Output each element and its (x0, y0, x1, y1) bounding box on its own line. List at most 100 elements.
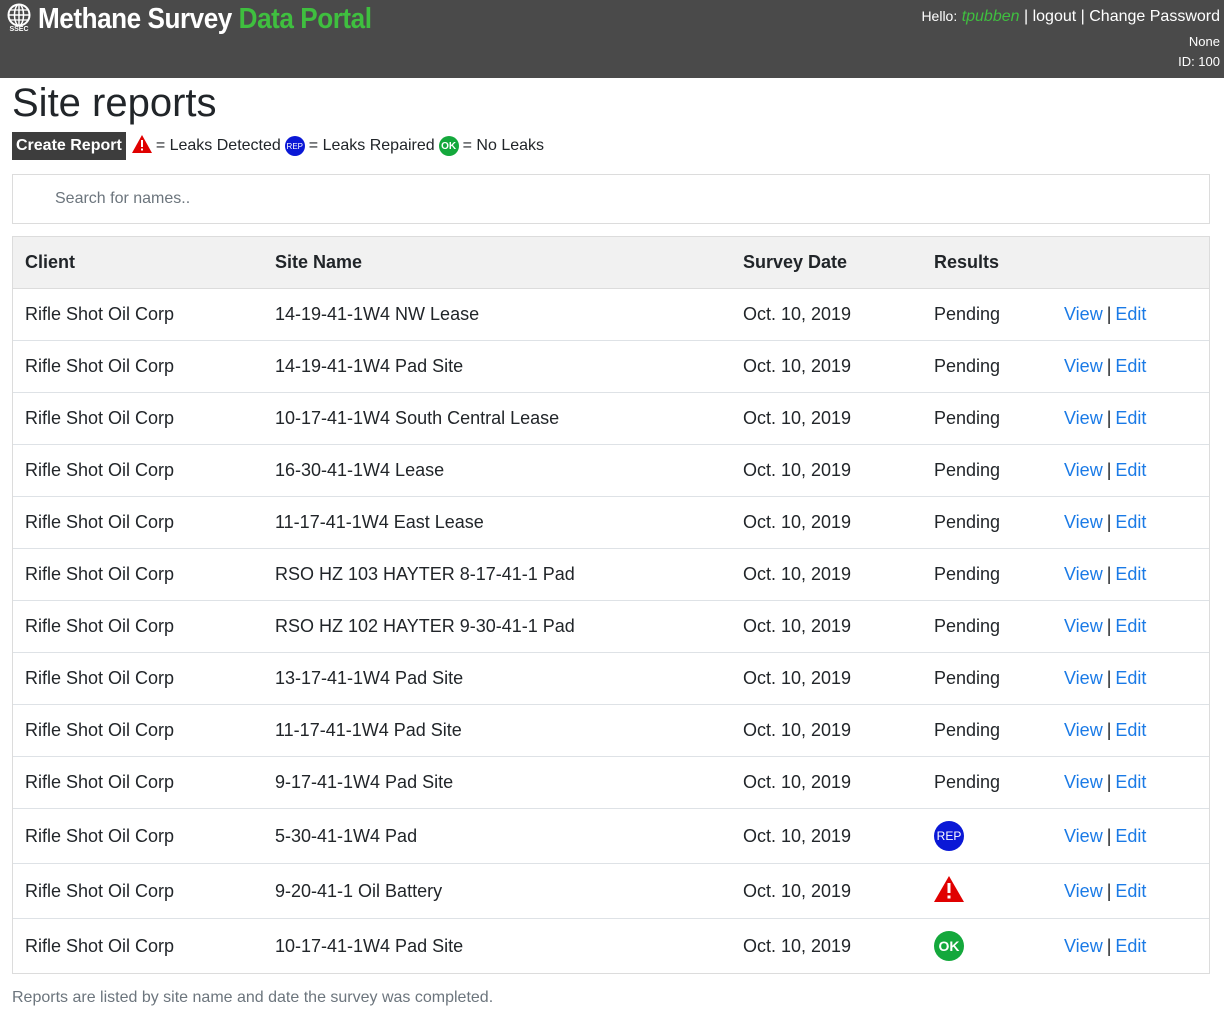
cell-site-name: 11-17-41-1W4 Pad Site (263, 704, 731, 757)
cell-results: Pending (922, 340, 1052, 393)
cell-site-name: RSO HZ 103 HAYTER 8-17-41-1 Pad (263, 548, 731, 601)
cell-site-name: 16-30-41-1W4 Lease (263, 444, 731, 497)
cell-client: Rifle Shot Oil Corp (13, 496, 263, 549)
edit-link[interactable]: Edit (1115, 408, 1146, 428)
logo-label: SSEC (9, 26, 29, 33)
separator: | (1106, 935, 1112, 956)
search-box (12, 174, 1210, 224)
header-site-name[interactable]: Site Name (263, 237, 731, 289)
cell-actions: View | Edit (1052, 704, 1209, 757)
logout-link[interactable]: logout (1033, 8, 1077, 25)
site-title-part2: Data Portal (238, 3, 372, 35)
separator: | (1106, 356, 1112, 376)
brand[interactable]: SSEC Methane Survey Data Portal (6, 2, 409, 36)
edit-link[interactable]: Edit (1115, 564, 1146, 584)
table-row: Rifle Shot Oil Corp 5-30-41-1W4 Pad Oct. 1… (13, 808, 1209, 864)
globe-logo-icon: SSEC (6, 3, 32, 35)
legend-bar: Create Report = Leaks Detected REP = Lea… (12, 132, 548, 160)
separator: | (1106, 408, 1112, 428)
table-row: Rifle Shot Oil Corp 14-19-41-1W4 Pad Site… (13, 340, 1209, 393)
separator: | (1106, 668, 1112, 688)
cell-client: Rifle Shot Oil Corp (13, 392, 263, 445)
header-survey-date[interactable]: Survey Date (731, 237, 922, 289)
view-link[interactable]: View (1064, 936, 1103, 956)
no-leaks-icon: OK (438, 136, 459, 156)
legend-no-leaks: = No Leaks (462, 137, 545, 154)
cell-results: Pending (922, 548, 1052, 601)
edit-link[interactable]: Edit (1115, 668, 1146, 688)
cell-site-name: 10-17-41-1W4 Pad Site (263, 918, 731, 973)
view-link[interactable]: View (1064, 356, 1103, 376)
table-row: Rifle Shot Oil Corp RSO HZ 103 HAYTER 8-1… (13, 548, 1209, 601)
view-link[interactable]: View (1064, 826, 1103, 846)
username: tpubben (961, 8, 1020, 25)
header-results[interactable]: Results (922, 237, 1052, 289)
cell-actions: View | Edit (1052, 548, 1209, 601)
organization-label: None (1188, 34, 1220, 49)
cell-survey-date: Oct. 10, 2019 (731, 288, 922, 341)
edit-link[interactable]: Edit (1115, 936, 1146, 956)
cell-client: Rifle Shot Oil Corp (13, 340, 263, 393)
view-link[interactable]: View (1064, 720, 1103, 740)
cell-survey-date: Oct. 10, 2019 (731, 548, 922, 601)
create-report-button[interactable]: Create Report (12, 132, 126, 160)
user-panel: Hello: tpubben | logout | Change Passwor… (921, 6, 1220, 71)
separator: | (1106, 564, 1112, 584)
edit-link[interactable]: Edit (1115, 460, 1146, 480)
rep-badge-text: REP (284, 136, 305, 156)
cell-site-name: 9-20-41-1 Oil Battery (263, 863, 731, 919)
cell-client: Rifle Shot Oil Corp (13, 444, 263, 497)
cell-survey-date: Oct. 10, 2019 (731, 918, 922, 973)
table-row: Rifle Shot Oil Corp 13-17-41-1W4 Pad Site… (13, 652, 1209, 705)
cell-results: Pending (922, 600, 1052, 653)
cell-survey-date: Oct. 10, 2019 (731, 652, 922, 705)
header-client[interactable]: Client (13, 237, 263, 289)
cell-survey-date: Oct. 10, 2019 (731, 444, 922, 497)
view-link[interactable]: View (1064, 772, 1103, 792)
legend-leaks-detected: = Leaks Detected (155, 137, 281, 154)
cell-results: Pending (922, 288, 1052, 341)
change-password-link[interactable]: Change Password (1089, 8, 1220, 25)
view-link[interactable]: View (1064, 304, 1103, 324)
ok-badge-text: OK (438, 136, 459, 156)
edit-link[interactable]: Edit (1115, 826, 1146, 846)
edit-link[interactable]: Edit (1115, 616, 1146, 636)
cell-actions: View | Edit (1052, 756, 1209, 809)
edit-link[interactable]: Edit (1115, 512, 1146, 532)
view-link[interactable]: View (1064, 564, 1103, 584)
table-row: Rifle Shot Oil Corp 10-17-41-1W4 Pad Site… (13, 918, 1209, 973)
cell-results: Pending (922, 756, 1052, 809)
table-row: Rifle Shot Oil Corp 10-17-41-1W4 South Ce… (13, 392, 1209, 445)
cell-site-name: 10-17-41-1W4 South Central Lease (263, 392, 731, 445)
edit-link[interactable]: Edit (1115, 720, 1146, 740)
table-header-row: Client Site Name Survey Date Results (13, 237, 1209, 289)
leaks-detected-icon (934, 875, 964, 907)
edit-link[interactable]: Edit (1115, 356, 1146, 376)
table-row: Rifle Shot Oil Corp 9-20-41-1 Oil Battery… (13, 863, 1209, 919)
view-link[interactable]: View (1064, 668, 1103, 688)
cell-results: Pending (922, 652, 1052, 705)
edit-link[interactable]: Edit (1115, 881, 1146, 901)
view-link[interactable]: View (1064, 460, 1103, 480)
cell-survey-date: Oct. 10, 2019 (731, 600, 922, 653)
view-link[interactable]: View (1064, 881, 1103, 901)
cell-results: Pending (922, 496, 1052, 549)
view-link[interactable]: View (1064, 408, 1103, 428)
site-title-part1: Methane Survey (38, 3, 232, 35)
cell-client: Rifle Shot Oil Corp (13, 704, 263, 757)
edit-link[interactable]: Edit (1115, 772, 1146, 792)
table-row: Rifle Shot Oil Corp RSO HZ 102 HAYTER 9-3… (13, 600, 1209, 653)
view-link[interactable]: View (1064, 512, 1103, 532)
cell-results: OK (922, 918, 1052, 973)
cell-survey-date: Oct. 10, 2019 (731, 808, 922, 864)
cell-client: Rifle Shot Oil Corp (13, 288, 263, 341)
edit-link[interactable]: Edit (1115, 304, 1146, 324)
leaks-detected-icon (131, 134, 152, 158)
cell-client: Rifle Shot Oil Corp (13, 918, 263, 973)
page-title: Site reports (12, 81, 217, 125)
view-link[interactable]: View (1064, 616, 1103, 636)
search-input[interactable] (53, 189, 1157, 209)
separator: | (1106, 825, 1112, 846)
cell-survey-date: Oct. 10, 2019 (731, 392, 922, 445)
separator: | (1106, 304, 1112, 324)
